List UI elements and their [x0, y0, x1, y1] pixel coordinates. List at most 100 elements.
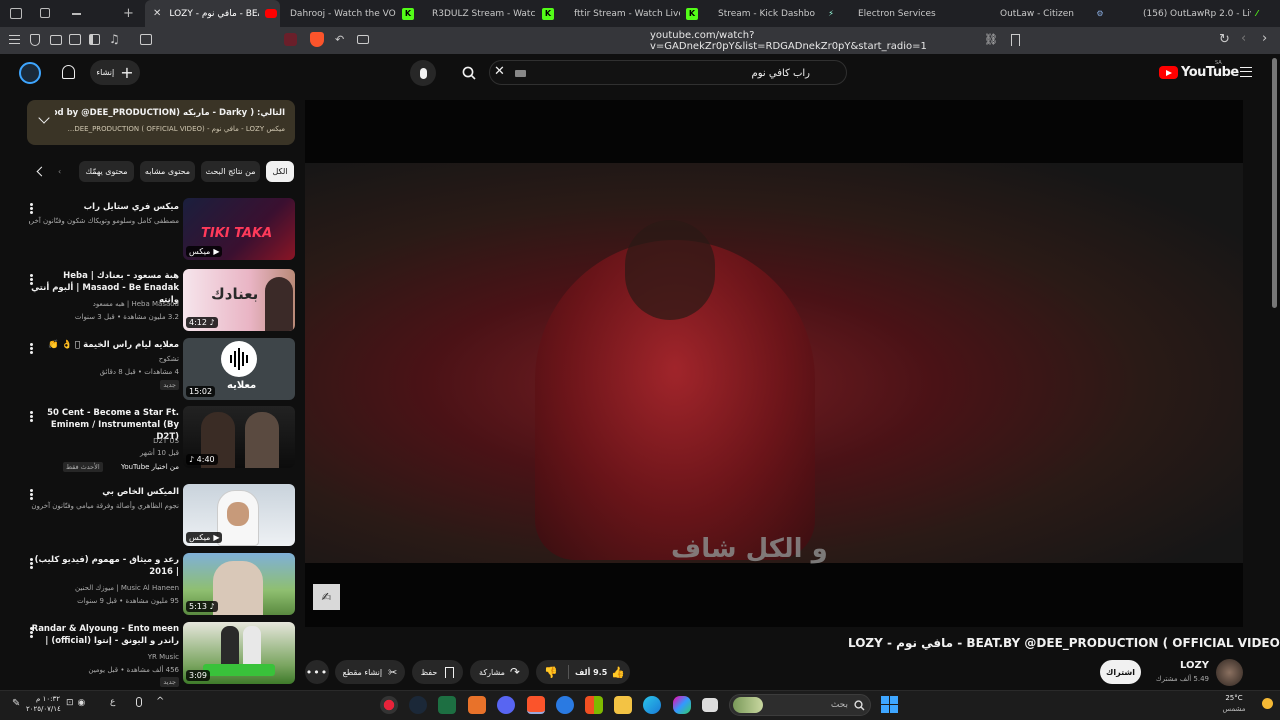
item-thumbnail[interactable]: ♪ 4:40: [183, 406, 295, 468]
clock[interactable]: ١٠:٣٢ م ٢٠٢٥/٠٧/١٤: [26, 694, 61, 714]
tab-electron-services[interactable]: Electron Services: [858, 0, 978, 27]
discord-icon[interactable]: [497, 696, 515, 714]
share-label: مشاركة: [479, 667, 505, 677]
minimize-icon[interactable]: [72, 13, 81, 15]
ad-block-icon[interactable]: [284, 33, 297, 46]
list-item[interactable]: هبة مسعود - بعنادك | Heba Masaod - Be En…: [27, 269, 297, 331]
list-item[interactable]: 50 Cent - Become a Star Ft. Eminem / Ins…: [27, 406, 297, 474]
taskbar-app-icon[interactable]: [468, 696, 486, 714]
wallet-icon[interactable]: [50, 35, 62, 45]
chip-for-you[interactable]: محتوى يهمّك: [79, 161, 134, 182]
music-icon[interactable]: ♫: [109, 32, 120, 46]
reload-icon[interactable]: ↻: [1219, 32, 1230, 47]
list-item[interactable]: معلايه ليام راس الخيمة 🏽 👌 👏 تشكوح 4 مشا…: [27, 338, 297, 400]
bookmark-icon[interactable]: [1011, 34, 1020, 46]
system-tray-icons[interactable]: ⊡◉: [66, 698, 89, 708]
chevron-down-icon[interactable]: [38, 112, 50, 124]
tab-fttir[interactable]: fttir Stream - Watch Live on Ki K: [574, 0, 704, 27]
dislike-button[interactable]: 👎: [536, 660, 566, 684]
shield-icon[interactable]: [30, 34, 40, 46]
channel-name[interactable]: LOZY: [1160, 660, 1209, 671]
list-item[interactable]: رعد و ميثاق - مهموم (فيديو كليب) | 2016 …: [27, 553, 297, 615]
screenshot-icon[interactable]: [140, 34, 152, 45]
tab-outlaw-citizen[interactable]: OutLaw - Citizen ⚙: [1000, 0, 1112, 27]
chip-all[interactable]: الكل: [266, 161, 294, 182]
copilot-icon[interactable]: [673, 696, 691, 714]
chip-related[interactable]: محتوى مشابه: [140, 161, 195, 182]
item-thumbnail[interactable]: معلايه 15:02: [183, 338, 295, 400]
subscribe-button[interactable]: اشتراك: [1100, 660, 1141, 684]
menu-icon[interactable]: [9, 35, 20, 44]
item-thumbnail[interactable]: 3:09: [183, 622, 295, 684]
notifications-icon[interactable]: [62, 65, 75, 79]
close-icon[interactable]: ✕: [153, 8, 161, 19]
store-icon[interactable]: [585, 696, 603, 714]
tab-r3dulz[interactable]: R3DULZ Stream - Watch Live o K: [432, 0, 560, 27]
excel-icon[interactable]: [438, 696, 456, 714]
clip-button[interactable]: إنشاء مقطع ✂: [335, 660, 405, 684]
share-arrow-icon[interactable]: ↶: [335, 33, 344, 46]
list-item[interactable]: الميكس الخاص بي نجوم الظاهري وأصالة وفرق…: [27, 484, 297, 546]
microphone-icon[interactable]: [136, 697, 142, 707]
item-thumbnail[interactable]: بعنادك 4:12 ♪: [183, 269, 295, 331]
weather-widget[interactable]: 25°C مشمس: [1214, 693, 1254, 715]
brave-shield-icon[interactable]: [310, 32, 324, 47]
video-player[interactable]: و الكل شاف ✍: [305, 100, 1243, 627]
address-bar[interactable]: youtube.com/watch?v=GADnekZr0pY&list=RDG…: [650, 30, 1005, 52]
youtube-logo[interactable]: YouTube SA: [1159, 60, 1239, 80]
avatar[interactable]: [19, 62, 41, 84]
share-button[interactable]: مشاركة ↷: [470, 660, 529, 684]
list-item[interactable]: Randar & Alyoung - Ento meen | (official…: [27, 622, 297, 687]
steam-icon[interactable]: [409, 696, 427, 714]
pen-icon[interactable]: ✎: [12, 698, 20, 709]
create-button[interactable]: إنشاء +: [90, 60, 140, 85]
edge-icon[interactable]: [643, 696, 661, 714]
item-channel: YR Music: [147, 653, 179, 661]
chip-from-search[interactable]: من نتائج البحث: [201, 161, 260, 182]
clear-search-icon[interactable]: ✕: [494, 64, 505, 79]
page-scrollbar[interactable]: [1272, 58, 1277, 308]
task-view-icon[interactable]: [702, 698, 718, 712]
more-actions-button[interactable]: •••: [305, 660, 329, 684]
item-thumbnail[interactable]: 5:13 ♪: [183, 553, 295, 615]
item-thumbnail[interactable]: TIKI TAKA ميكس ▶: [183, 198, 295, 260]
item-thumbnail[interactable]: ميكس ▶: [183, 484, 295, 546]
language-indicator[interactable]: ع: [110, 697, 115, 707]
tab-actions-icon[interactable]: [40, 8, 50, 18]
mix-badge: ميكس ▶: [186, 532, 223, 543]
sidebar-icon[interactable]: [89, 34, 100, 45]
youtube-header: إنشاء + ✕ YouTube SA: [0, 54, 1280, 92]
channel-avatar[interactable]: [1216, 659, 1243, 686]
forward-icon[interactable]: ›: [1262, 31, 1267, 46]
channel-watermark[interactable]: ✍: [313, 584, 340, 610]
search-input[interactable]: [510, 65, 810, 81]
chip-scroll-left-icon[interactable]: [36, 166, 47, 177]
start-button[interactable]: [881, 696, 898, 713]
tab-lozy[interactable]: ✕ LOZY - مافي نوم - BEAT.B: [145, 0, 280, 27]
tray-expand-icon[interactable]: ^: [156, 696, 164, 707]
list-item[interactable]: ميكس فري ستايل راب مصطفى كامل وسلومو وتو…: [27, 198, 297, 260]
brave-icon[interactable]: [527, 696, 545, 714]
taskbar-app-icon[interactable]: [380, 696, 398, 714]
voice-search-button[interactable]: [410, 60, 436, 86]
cast-icon[interactable]: [357, 35, 369, 44]
link-icon[interactable]: ⛓: [984, 33, 998, 46]
tab-dahrooj[interactable]: Dahrooj - Watch the VOD on K K: [290, 0, 420, 27]
like-button[interactable]: 9.5 ألف 👍: [570, 660, 630, 684]
guide-menu-icon[interactable]: [1240, 67, 1252, 77]
taskbar-app-icon[interactable]: [556, 696, 574, 714]
taskbar-search[interactable]: بحث: [729, 694, 871, 716]
back-icon[interactable]: ‹: [1241, 31, 1246, 46]
save-button[interactable]: حفظ: [412, 660, 463, 684]
gallery-icon[interactable]: [69, 34, 81, 45]
file-explorer-icon[interactable]: [614, 696, 632, 714]
up-next-panel[interactable]: التالي: ( Darky - مأربكه (Prod by @DEE_P…: [27, 100, 295, 145]
sidebar-toggle-icon[interactable]: [10, 8, 22, 19]
new-tab-icon[interactable]: +: [123, 6, 134, 21]
tab-title: Electron Services: [858, 8, 936, 19]
search-button[interactable]: [452, 60, 486, 85]
item-meta: قبل 10 أشهر: [139, 449, 179, 457]
tab-outlawrp-live[interactable]: (156) OutLawRp 2.0 - Live Com ⁄: [1143, 0, 1280, 27]
tab-kick-dashboard[interactable]: Stream - Kick Dashboard ⚡: [718, 0, 843, 27]
electron-favicon-icon: ⚡: [828, 9, 834, 18]
